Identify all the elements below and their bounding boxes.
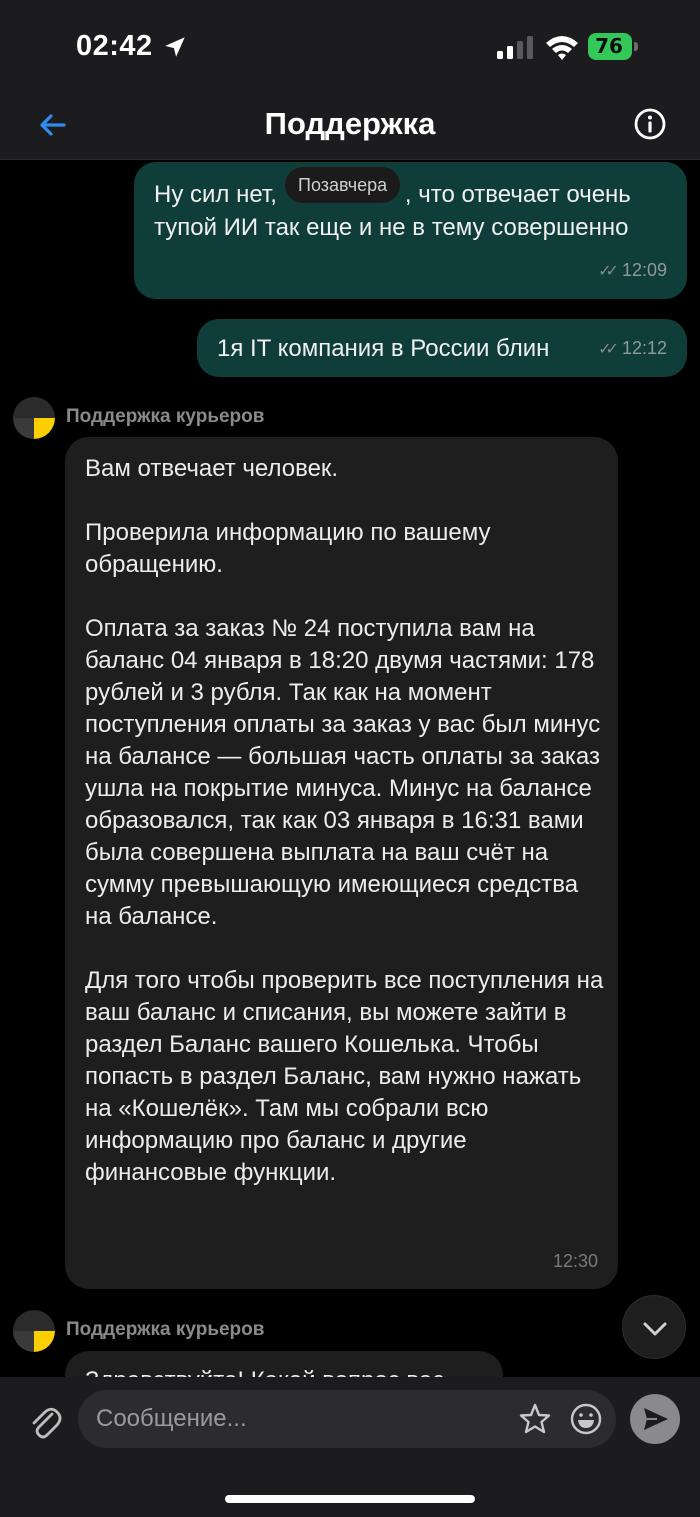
message-line: Ну сил нет,, что отвечает очень: [154, 181, 631, 208]
avatar[interactable]: [13, 1310, 55, 1352]
sender-name: Поддержка курьеров: [66, 406, 265, 427]
message-list[interactable]: Ну сил нет,, что отвечает очень тупой ИИ…: [0, 160, 700, 1377]
star-icon[interactable]: [518, 1402, 552, 1436]
emoji-icon[interactable]: [569, 1402, 603, 1436]
paperclip-icon[interactable]: [28, 1403, 62, 1443]
message-line: тупой ИИ так еще и не в тему совершенно: [154, 214, 629, 241]
double-check-icon: ✓✓: [598, 263, 619, 280]
message-meta: ✓✓ 12:09: [598, 260, 667, 281]
incoming-message[interactable]: Вам отвечает человек. Проверила информац…: [65, 437, 618, 1289]
message-text: Здравствуйте! Какой вопрос вас: [85, 1365, 444, 1377]
message-paragraph: Проверила информацию по вашему обращению…: [85, 519, 491, 578]
courier-logo-icon: [13, 397, 55, 439]
message-meta: ✓✓ 12:12: [598, 338, 667, 359]
message-paragraph: Оплата за заказ № 24 поступила вам на ба…: [85, 615, 601, 930]
scroll-down-button[interactable]: [622, 1295, 686, 1359]
avatar[interactable]: [13, 397, 55, 439]
message-text: 1я IT компания в России блин: [217, 335, 550, 362]
message-time: 12:12: [621, 338, 667, 358]
outgoing-message[interactable]: Ну сил нет,, что отвечает очень тупой ИИ…: [134, 162, 687, 299]
message-paragraph: Для того чтобы проверить все поступления…: [85, 967, 604, 1186]
battery-cap: [634, 42, 638, 51]
message-time: 12:09: [621, 260, 667, 280]
message-field[interactable]: [78, 1390, 616, 1448]
home-indicator: [225, 1495, 475, 1503]
battery-charging-icon: 76: [588, 33, 638, 60]
message-input[interactable]: [96, 1390, 506, 1448]
message-composer: [0, 1377, 700, 1517]
info-circle-icon[interactable]: [633, 107, 667, 141]
status-bar: 02:42 76: [0, 0, 700, 92]
wifi-icon: [546, 36, 578, 60]
date-separator: Позавчера: [285, 167, 401, 203]
message-time: 12:30: [552, 1251, 598, 1271]
chevron-down-icon: [643, 1322, 667, 1336]
incoming-message[interactable]: Здравствуйте! Какой вопрос вас: [65, 1351, 503, 1377]
outgoing-message[interactable]: 1я IT компания в России блин ✓✓ 12:12: [197, 319, 687, 377]
location-arrow-icon: [165, 37, 185, 57]
message-paragraph: Вам отвечает человек.: [85, 455, 339, 482]
send-button[interactable]: [630, 1394, 680, 1444]
status-time: 02:42: [76, 30, 153, 62]
courier-logo-icon: [13, 1310, 55, 1352]
sender-name: Поддержка курьеров: [66, 1319, 265, 1340]
signal-icon: [497, 36, 533, 59]
battery-percent: 76: [595, 34, 623, 58]
message-text: Ну сил нет,, что отвечает очень тупой ИИ…: [154, 178, 674, 244]
double-check-icon: ✓✓: [598, 341, 619, 358]
page-title: Поддержка: [264, 106, 436, 141]
chat-header: Поддержка: [0, 92, 700, 160]
send-icon: [644, 1408, 668, 1430]
message-text: Вам отвечает человек. Проверила информац…: [85, 453, 605, 1189]
